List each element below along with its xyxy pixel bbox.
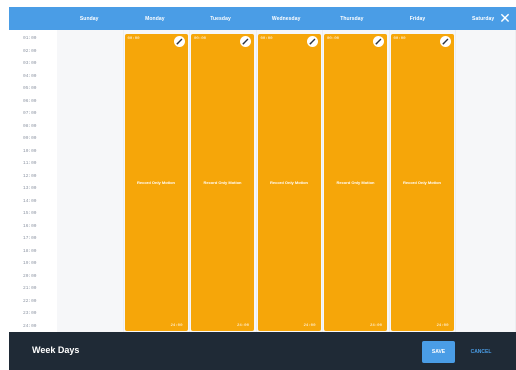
- block-end-time: 24:00: [436, 324, 449, 328]
- schedule-block-wednesday[interactable]: 00:00 Record Only Motion 24:00: [257, 34, 321, 331]
- schedule-block-monday[interactable]: 00:00 Record Only Motion 24:00: [124, 34, 188, 331]
- time-label: 15:00: [23, 211, 37, 216]
- edit-icon[interactable]: [439, 36, 451, 47]
- time-label: 02:00: [23, 48, 37, 54]
- time-axis: 01:00 02:00 03:00 04:00 05:00 06:00 07:0…: [9, 30, 57, 332]
- time-label: 13:00: [23, 186, 37, 191]
- time-label: 01:00: [23, 36, 37, 41]
- block-start-time: 00:00: [127, 37, 140, 41]
- block-label: Record Only Motion: [203, 180, 242, 185]
- block-start-time: 00:00: [260, 37, 273, 41]
- edit-icon[interactable]: [240, 36, 251, 47]
- header-gutter: [9, 7, 56, 30]
- block-start-time: 00:00: [393, 37, 406, 41]
- block-label: Record Only Motion: [270, 180, 308, 185]
- schedule-block-tuesday[interactable]: 00:00 Record Only Motion 24:00: [191, 34, 254, 331]
- day-tuesday: Tuesday: [210, 15, 231, 22]
- time-label: 24:00: [23, 323, 37, 329]
- block-label: Record Only Motion: [137, 180, 175, 185]
- save-button[interactable]: SAVE: [422, 341, 455, 363]
- day-friday: Friday: [409, 15, 426, 22]
- block-label: Record Only Motion: [403, 180, 441, 185]
- block-end-time: 24:00: [303, 324, 316, 328]
- block-start-time: 00:00: [327, 37, 340, 41]
- time-label: 19:00: [23, 261, 37, 266]
- time-label: 23:00: [23, 311, 37, 316]
- close-icon[interactable]: ✕: [498, 11, 512, 25]
- edit-icon[interactable]: [373, 36, 384, 47]
- time-label: 05:00: [23, 86, 37, 91]
- block-end-time: 24:00: [236, 324, 249, 328]
- day-thursday: Thursday: [340, 15, 364, 22]
- block-start-time: 00:00: [194, 37, 207, 41]
- time-label: 08:00: [23, 123, 37, 129]
- time-label: 06:00: [23, 98, 37, 104]
- schedule-grid: 01:00 02:00 03:00 04:00 05:00 06:00 07:0…: [9, 30, 516, 332]
- time-label: 04:00: [23, 73, 37, 79]
- column-saturday[interactable]: [456, 30, 516, 332]
- time-label: 09:00: [23, 136, 37, 141]
- block-end-time: 24:00: [170, 324, 183, 328]
- schedule-block-friday[interactable]: 00:00 Record Only Motion 24:00: [390, 34, 454, 331]
- time-label: 21:00: [23, 286, 37, 291]
- block-label: Record Only Motion: [336, 180, 375, 185]
- schedule-name: Week Days: [32, 345, 80, 355]
- time-label: 18:00: [23, 248, 37, 254]
- time-label: 20:00: [23, 273, 37, 279]
- edit-icon[interactable]: [306, 36, 318, 47]
- column-sunday[interactable]: [57, 30, 124, 332]
- time-label: 11:00: [23, 161, 37, 166]
- time-label: 22:00: [23, 298, 37, 304]
- time-label: 12:00: [23, 173, 37, 179]
- day-monday: Monday: [145, 15, 165, 22]
- time-label: 17:00: [23, 236, 37, 241]
- edit-icon[interactable]: [173, 36, 185, 47]
- time-label: 07:00: [23, 111, 37, 116]
- block-end-time: 24:00: [369, 324, 382, 328]
- cancel-button[interactable]: CANCEL: [463, 341, 499, 363]
- time-label: 03:00: [23, 61, 37, 66]
- day-sunday: Sunday: [79, 15, 99, 22]
- week-header: Sunday Monday Tuesday Wednesday Thursday…: [9, 7, 516, 30]
- footer-bar: Week Days SAVE CANCEL: [9, 332, 516, 370]
- time-label: 14:00: [23, 198, 37, 204]
- time-label: 10:00: [23, 148, 37, 154]
- day-wednesday: Wednesday: [271, 15, 301, 22]
- schedule-block-thursday[interactable]: 00:00 Record Only Motion 24:00: [324, 34, 387, 331]
- time-label: 16:00: [23, 223, 37, 229]
